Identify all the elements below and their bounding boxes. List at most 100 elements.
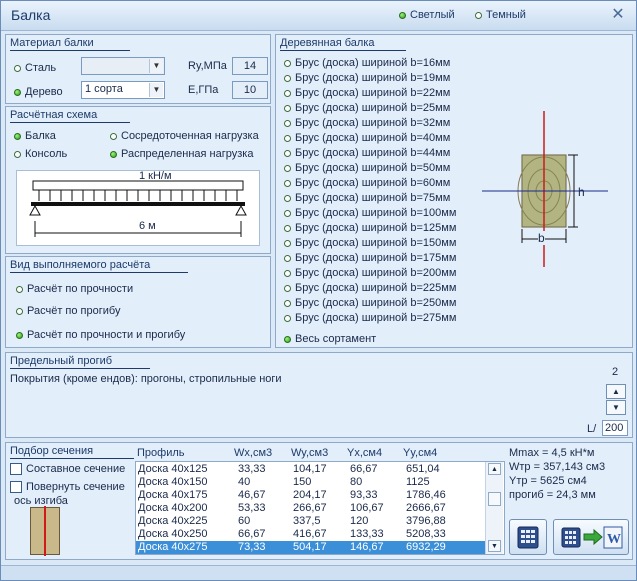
export-word-button[interactable]: W xyxy=(553,519,629,555)
material-steel-radio[interactable]: Сталь xyxy=(14,62,56,74)
spin-up-button[interactable]: ▲ xyxy=(606,384,626,399)
table-cell: Доска 40х200 xyxy=(138,502,208,514)
radio-off-icon xyxy=(284,134,291,142)
wood-option-item[interactable]: Брус (доска) шириной b=50мм xyxy=(284,162,450,174)
table-cell: 266,67 xyxy=(293,502,327,514)
title-underline xyxy=(10,50,130,51)
scroll-thumb[interactable] xyxy=(488,492,501,506)
cross-section-svg xyxy=(482,111,608,267)
chevron-down-icon: ▼ xyxy=(149,83,163,97)
radio-off-icon xyxy=(284,314,291,322)
svg-text:W: W xyxy=(607,532,621,547)
material-title: Материал балки xyxy=(10,37,94,49)
wood-option-item[interactable]: Брус (доска) шириной b=16мм xyxy=(284,57,450,69)
table-row[interactable]: Доска 40х250 66,67 416,67 133,33 5208,33 xyxy=(136,528,486,541)
wood-option-item[interactable]: Брус (доска) шириной b=40мм xyxy=(284,132,450,144)
theme-dark-radio[interactable]: Темный xyxy=(475,9,526,21)
distributed-load-radio[interactable]: Распределенная нагрузка xyxy=(110,148,253,160)
load-block xyxy=(32,180,244,191)
close-icon: ✕ xyxy=(611,6,625,23)
wood-option-item[interactable]: Брус (доска) шириной b=275мм xyxy=(284,312,456,324)
table-cell: 33,33 xyxy=(238,463,266,475)
calc-both-radio[interactable]: Расчёт по прочности и прогибу xyxy=(16,329,185,341)
wood-option-item[interactable]: Брус (доска) шириной b=250мм xyxy=(284,297,456,309)
wood-option-item[interactable]: Брус (доска) шириной b=125мм xyxy=(284,222,456,234)
col-profile: Профиль xyxy=(137,447,185,459)
calc-deflection-radio[interactable]: Расчёт по прогибу xyxy=(16,305,120,317)
section-title: Подбор сечения xyxy=(10,445,94,457)
span-label: 6 м xyxy=(137,220,158,232)
deflection-panel: Предельный прогиб Покрытия (кроме ендов)… xyxy=(5,352,633,438)
ratio-input[interactable]: 200 xyxy=(602,420,628,436)
wood-grade-select[interactable]: 1 сорта ▼ xyxy=(81,81,165,99)
table-cell: 133,33 xyxy=(350,528,384,540)
table-cell: Доска 40х225 xyxy=(138,515,208,527)
composite-label: Составное сечение xyxy=(26,463,126,475)
arrow-down-icon: ▼ xyxy=(612,403,620,412)
title-bar: Балка Светлый Темный ✕ xyxy=(1,1,636,31)
wood-option-item[interactable]: Брус (доска) шириной b=225мм xyxy=(284,282,456,294)
radio-off-icon xyxy=(475,11,482,19)
wood-option-item[interactable]: Брус (доска) шириной b=19мм xyxy=(284,72,450,84)
radio-off-icon xyxy=(16,307,23,315)
thumbnail-axis xyxy=(44,506,46,556)
result-wtr: Wтр = 357,143 см3 xyxy=(509,461,606,473)
support-left-icon xyxy=(29,204,41,216)
table-cell: 53,33 xyxy=(238,502,266,514)
radio-off-icon xyxy=(284,59,291,67)
table-cell: Доска 40х175 xyxy=(138,489,208,501)
theme-light-radio[interactable]: Светлый xyxy=(399,9,455,21)
load-label: 1 кН/м xyxy=(139,170,172,182)
table-cell: Доска 40х150 xyxy=(138,476,208,488)
steel-grade-select[interactable]: ▼ xyxy=(81,57,165,75)
axis-label: ось изгиба xyxy=(14,495,68,507)
ry-label: Ry,МПа xyxy=(188,60,227,72)
wood-option-item[interactable]: Брус (доска) шириной b=100мм xyxy=(284,207,456,219)
wood-option-item[interactable]: Брус (доска) шириной b=25мм xyxy=(284,102,450,114)
result-mmax: Mmax = 4,5 кН*м xyxy=(509,447,595,459)
table-cell: 104,17 xyxy=(293,463,327,475)
wood-option-item[interactable]: Брус (доска) шириной b=75мм xyxy=(284,192,450,204)
table-row[interactable]: Доска 40х225 60 337,5 120 3796,88 xyxy=(136,515,486,528)
radio-off-icon xyxy=(14,150,21,158)
wood-option-item[interactable]: Брус (доска) шириной b=60мм xyxy=(284,177,450,189)
wood-option-item[interactable]: Брус (доска) шириной b=32мм xyxy=(284,117,450,129)
point-load-radio[interactable]: Сосредоточенная нагрузка xyxy=(110,130,259,142)
table-row[interactable]: Доска 40х275 73,33 504,17 146,67 6932,29 xyxy=(136,541,486,554)
table-row[interactable]: Доска 40х200 53,33 266,67 106,67 2666,67 xyxy=(136,502,486,515)
wood-option-item[interactable]: Брус (доска) шириной b=44мм xyxy=(284,147,450,159)
material-wood-radio[interactable]: Дерево xyxy=(14,86,63,98)
wood-option-item[interactable]: Брус (доска) шириной b=175мм xyxy=(284,252,456,264)
material-panel: Материал балки Сталь Дерево ▼ 1 сорта ▼ … xyxy=(5,34,271,104)
composite-checkbox[interactable] xyxy=(10,463,22,475)
result-deflection: прогиб = 24,3 мм xyxy=(509,489,596,501)
ry-value: 14 xyxy=(232,57,268,75)
table-row[interactable]: Доска 40х125 33,33 104,17 66,67 651,04 xyxy=(136,463,486,476)
arrow-up-icon: ▲ xyxy=(612,387,620,396)
radio-off-icon xyxy=(284,254,291,262)
table-cell: 66,67 xyxy=(238,528,266,540)
wood-option-item[interactable]: Брус (доска) шириной b=150мм xyxy=(284,237,456,249)
table-cell: 337,5 xyxy=(293,515,321,527)
table-row[interactable]: Доска 40х175 46,67 204,17 93,33 1786,46 xyxy=(136,489,486,502)
col-yx: Yx,см4 xyxy=(347,447,383,459)
radio-on-icon xyxy=(399,11,406,19)
scroll-down-icon[interactable]: ▼ xyxy=(488,540,501,552)
table-scrollbar[interactable]: ▲ ▼ xyxy=(485,462,503,554)
scheme-beam-radio[interactable]: Балка xyxy=(14,130,56,142)
spin-down-button[interactable]: ▼ xyxy=(606,400,626,415)
wood-option-all[interactable]: Весь сортамент xyxy=(284,333,376,345)
radio-off-icon xyxy=(284,179,291,187)
calculate-button[interactable] xyxy=(509,519,547,555)
wood-option-item[interactable]: Брус (доска) шириной b=22мм xyxy=(284,87,450,99)
radio-off-icon xyxy=(14,64,21,72)
close-button[interactable]: ✕ xyxy=(608,5,628,25)
scroll-up-icon[interactable]: ▲ xyxy=(488,463,501,475)
scheme-console-radio[interactable]: Консоль xyxy=(14,148,67,160)
section-table[interactable]: Доска 40х125 33,33 104,17 66,67 651,04 Доска … xyxy=(135,461,505,555)
table-row[interactable]: Доска 40х150 40 150 80 1125 xyxy=(136,476,486,489)
rotate-checkbox[interactable] xyxy=(10,481,22,493)
table-cell: 66,67 xyxy=(350,463,378,475)
wood-option-item[interactable]: Брус (доска) шириной b=200мм xyxy=(284,267,456,279)
calc-strength-radio[interactable]: Расчёт по прочности xyxy=(16,283,133,295)
